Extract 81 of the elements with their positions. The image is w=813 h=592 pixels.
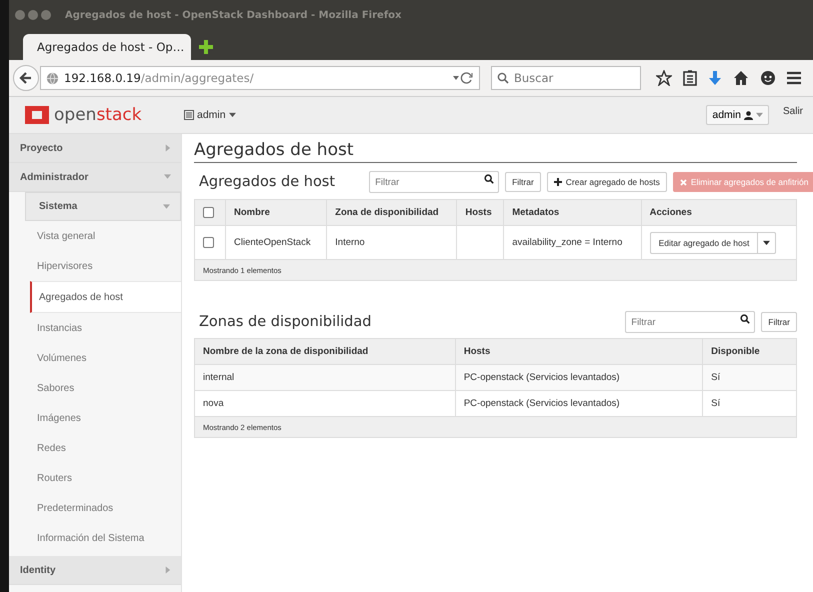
filter-button[interactable]: Filtrar [505,172,541,192]
user-icon [744,110,753,120]
edit-button[interactable]: Editar agregado de host [650,232,758,254]
sidebar-panel[interactable]: Proyecto [9,134,181,163]
url-text: 192.168.0.19/admin/aggregates/ [64,71,255,85]
table-cell: Sí [711,398,720,409]
caret-icon [756,112,763,118]
caret-icon [163,202,170,210]
globe-icon [46,72,59,84]
table-cell: PC-openstack (Servicios levantados) [464,398,620,409]
sidebar-panel[interactable]: Identity [9,556,181,585]
sidebar-panel[interactable]: Administrador [9,163,181,192]
minimize-icon[interactable] [28,10,38,20]
column-header: Zona de disponibilidad [335,207,439,218]
sidebar-item[interactable]: Instancias [9,313,181,343]
filter-field[interactable]: Filtrar [625,311,756,333]
plus-icon[interactable] [199,40,213,54]
close-icon [680,178,687,186]
search-icon [740,314,750,324]
filter-field[interactable]: Filtrar [369,171,500,193]
column-header: Acciones [650,207,692,218]
clipboard-icon[interactable] [683,70,697,86]
column-header: Nombre de la zona de disponibilidad [203,346,368,357]
column-header: Nombre [234,207,270,218]
table-cell: ClienteOpenStack [234,237,311,248]
select-all-checkbox[interactable] [203,207,214,218]
sidebar-item[interactable]: Agregados de host [30,281,181,313]
sidebar-group[interactable]: Sistema [25,192,181,221]
download-icon[interactable] [708,70,722,86]
filter-button[interactable]: Filtrar [761,312,797,332]
table-cell: availability_zone = Interno [512,237,622,248]
sidebar-item[interactable]: Vista general [9,221,181,251]
address-bar[interactable]: 192.168.0.19/admin/aggregates/ [40,66,480,90]
user-menu-button[interactable]: admin [706,105,769,125]
home-icon[interactable] [733,70,749,86]
sidebar-item[interactable]: Volúmenes [9,343,181,373]
reload-icon[interactable] [452,72,474,84]
window-title: Agregados de host - OpenStack Dashboard - Mozilla Firefox [65,10,402,20]
list-icon [184,110,194,120]
column-header: Metadatos [512,207,560,218]
column-header: Hosts [464,346,490,357]
row-checkbox[interactable] [203,237,214,248]
caret-icon [763,240,770,246]
column-header: Disponible [711,346,760,357]
caret-icon [164,144,171,152]
sidebar-item[interactable]: Información del Sistema [9,523,181,553]
column-header: Hosts [465,207,492,218]
table-cell: internal [203,372,234,383]
search-icon [484,174,494,184]
logo-text: openstack [54,105,143,125]
search-field[interactable]: Buscar [491,66,641,90]
back-arrow-icon [19,71,33,85]
project-selector[interactable]: admin [184,109,236,121]
chat-icon[interactable] [760,70,776,86]
sidebar-item[interactable]: Hipervisores [9,251,181,281]
dropdown-button[interactable] [758,232,776,254]
table-cell: nova [203,398,224,409]
logo-icon [25,104,49,126]
sidebar-item[interactable]: Predeterminados [9,493,181,523]
section-title: Agregados de host [199,174,336,190]
sidebar-item[interactable]: Redes [9,433,181,463]
browser-tab[interactable]: Agregados de host - Op… [23,34,191,60]
back-button[interactable] [13,65,39,91]
section-title: Zonas de disponibilidad [199,314,372,330]
caret-icon [228,112,236,118]
maximize-icon[interactable] [41,10,51,20]
table-cell: PC-openstack (Servicios levantados) [464,372,620,383]
table-cell: Sí [711,372,720,383]
sidebar-item[interactable]: Sabores [9,373,181,403]
logout-link[interactable]: Salir [782,106,803,116]
close-icon[interactable] [15,10,25,20]
sidebar-item[interactable]: Routers [9,463,181,493]
caret-icon [164,173,171,181]
caret-icon [164,566,171,574]
star-icon[interactable] [656,70,672,86]
sidebar-item[interactable]: Imágenes [9,403,181,433]
menu-icon[interactable] [787,71,801,85]
create-button[interactable]: Crear agregado de hosts [546,172,667,192]
table-cell: Interno [335,237,365,248]
plus-icon [554,178,562,186]
page-title: Agregados de host [194,136,797,163]
